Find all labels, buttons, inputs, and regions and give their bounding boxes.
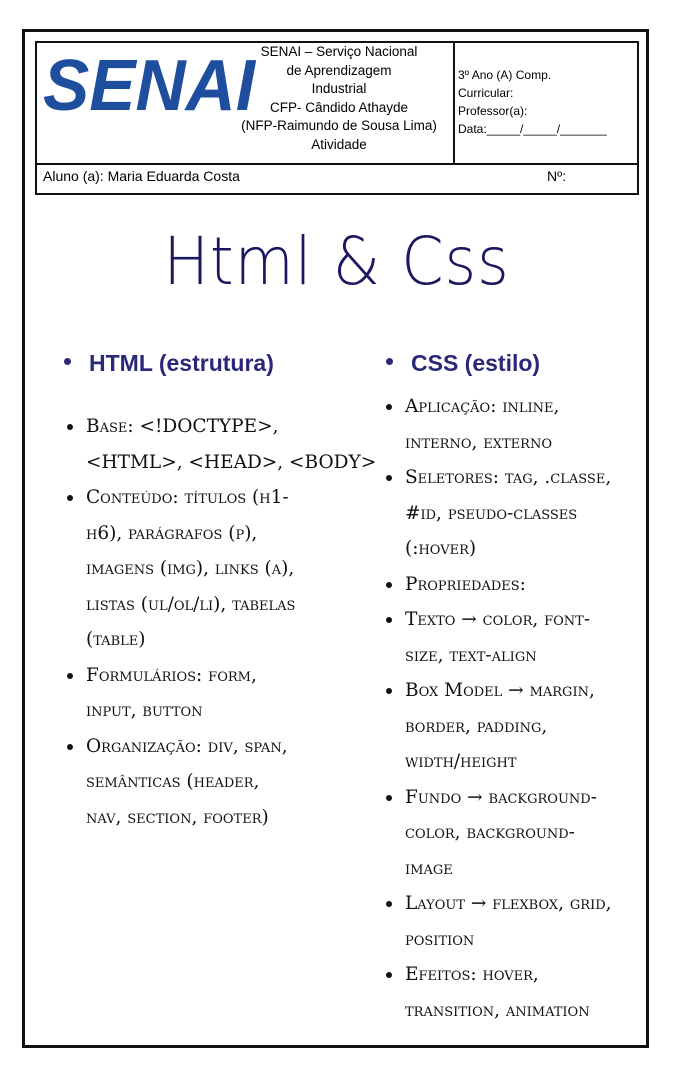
list-item-line: Layout → flexbox, grid, [405,893,612,914]
html-topic-list: Base: <!DOCTYPE>, <HTML>, <HEAD>, <BODY> C… [67,409,376,835]
list-item-line: Box Model → margin, [405,680,595,701]
institution-line: Atividade [311,136,367,152]
list-item: Efeitos: hover, transition, animation [386,957,612,1028]
list-item-line: image [405,857,453,879]
list-item: Conteúdo: títulos (h1- h6), parágrafos (p… [67,480,376,658]
list-item: Organização: div, span, semânticas (heade… [67,729,376,836]
list-item-line: Fundo → background- [405,786,597,808]
header-institution-cell: SENAI SENAI – Serviço Nacional de Aprendi… [37,43,455,163]
list-item: Fundo → background-color, background-ima… [386,780,612,887]
list-item-line: listas (ul/ol/li), tabelas [86,593,296,615]
list-item-line: (:hover) [405,538,477,559]
html-heading-text: HTML (estrutura) [89,350,274,376]
institution-line: (NFP-Raimundo de Sousa Lima) [241,118,437,133]
class-info-line: Curricular: [458,86,514,100]
list-item: Aplicação: inline, interno, externo [386,389,612,460]
list-item-line: Propriedades: [405,573,526,595]
class-info-line: Professor(a): [458,104,528,118]
list-item-line: Base: <!DOCTYPE>, [86,416,279,437]
css-column-heading: CSS (estilo) [386,350,540,377]
class-info-line: 3º Ano (A) Comp. [458,68,552,82]
institution-text: SENAI – Serviço Nacional de Aprendizagem I… [221,43,457,154]
list-item-line: transition, animation [405,999,590,1021]
list-item-line: <HTML>, <HEAD>, <BODY> [86,451,377,473]
institution-line: Industrial [311,81,367,96]
page-title: Html & Css [163,223,510,300]
list-item-line: Efeitos: hover, [405,964,539,985]
list-item-line: size, text-align [405,644,537,666]
list-item-line: semânticas (header, [86,771,260,792]
list-item: Box Model → margin, border, padding, width… [386,673,612,780]
student-name: Aluno (a): Maria Eduarda Costa [43,168,240,184]
list-item-line: Conteúdo: títulos (h1- [86,487,289,508]
list-item-line: input, button [86,700,203,721]
list-item-line: Texto → color, font- [405,609,591,630]
header-table: SENAI SENAI – Serviço Nacional de Aprendi… [35,41,639,195]
list-item: Base: <!DOCTYPE>, <HTML>, <HEAD>, <BODY> [67,409,376,480]
list-item-line: Formulários: form, [86,664,257,686]
list-item-line: (table) [86,629,146,650]
css-heading-text: CSS (estilo) [411,350,541,376]
list-item: Layout → flexbox, grid, position [386,886,612,957]
css-topic-list: Aplicação: inline, interno, externo Seleto… [386,389,612,1028]
class-info-line: Data:_____/_____/_______ [458,122,607,136]
list-item: Formulários: form, input, button [67,658,376,729]
list-item-line: width/height [405,751,517,772]
bullet-icon [64,358,71,366]
list-item-line: #id, pseudo-classes [405,502,578,524]
class-info-text: 3º Ano (A) Comp. Curricular: Professor(a):… [458,66,607,138]
list-item-line: h6), parágrafos (p), [86,522,258,544]
list-item: Seletores: tag, .classe, #id, pseudo-clas… [386,460,612,567]
list-item-line: interno, externo [405,431,552,453]
list-item-line: color, background- [405,822,575,843]
list-item-line: Seletores: tag, .classe, [405,467,612,488]
list-item-line: imagens (img), links (a), [86,558,295,579]
list-item-line: Aplicação: inline, [405,396,560,417]
list-item-line: nav, section, footer) [86,806,269,828]
list-item-line: border, padding, [405,715,548,737]
list-item: Texto → color, font-size, text-align [386,602,612,673]
header-top-row: SENAI SENAI – Serviço Nacional de Aprendi… [37,43,637,165]
list-item: Propriedades: [386,567,612,603]
list-item-line: Organização: div, span, [86,735,288,757]
list-item-line: position [405,928,475,950]
html-column-heading: HTML (estrutura) [64,350,274,377]
institution-line: CFP- Cândido Athayde [269,99,409,115]
bullet-icon [386,358,393,366]
institution-line: de Aprendizagem [286,62,392,78]
student-number-label: Nº: [547,168,567,184]
institution-line: SENAI – Serviço Nacional [260,44,418,59]
